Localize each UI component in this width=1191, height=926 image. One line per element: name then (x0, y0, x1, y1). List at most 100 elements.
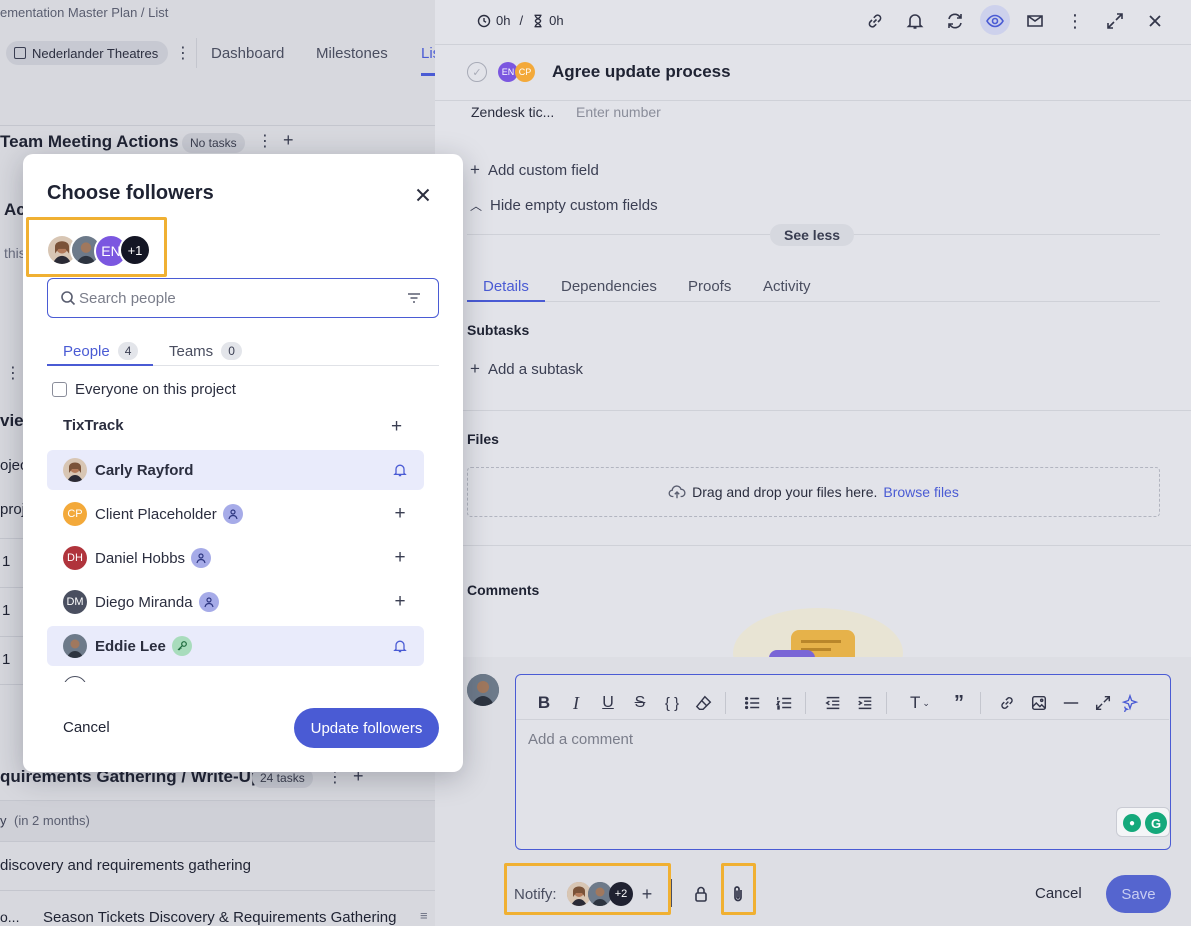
browse-files-link[interactable]: Browse files (883, 484, 958, 500)
file-dropzone[interactable]: Drag and drop your files here. Browse fi… (467, 467, 1160, 517)
tab-teams-label: Teams (169, 342, 214, 360)
tab-people[interactable]: People 4 (63, 342, 139, 360)
time-estimate: 0h (549, 13, 564, 28)
link-icon[interactable] (864, 10, 886, 32)
tab-people-label: People (63, 342, 110, 360)
workspace-more-icon[interactable]: ⋮ (175, 43, 191, 63)
code-icon[interactable]: { } (661, 692, 683, 714)
bold-icon[interactable]: B (533, 692, 555, 714)
custom-field-label: Zendesk tic... (471, 104, 555, 120)
person-row[interactable]: DM Diego Miranda + (47, 582, 424, 622)
person-row[interactable]: DH Daniel Hobbs + (47, 538, 424, 578)
tab-proofs[interactable]: Proofs (688, 278, 731, 295)
everyone-label: Everyone on this project (75, 381, 236, 398)
close-icon[interactable] (412, 184, 434, 206)
email-icon[interactable] (1024, 10, 1046, 32)
person-row[interactable]: CP Client Placeholder + (47, 494, 424, 534)
task-detail-panel: 0h / 0h ⋮ ✓ EN CP Agree update process Z… (435, 0, 1191, 926)
tab-list[interactable]: Lis (421, 45, 435, 62)
files-heading: Files (467, 431, 499, 447)
time-logged: 0h (496, 13, 511, 28)
tab-activity[interactable]: Activity (763, 278, 811, 295)
text-style-icon[interactable]: T ⌄ (903, 692, 937, 714)
hide-empty-fields-label: Hide empty custom fields (490, 197, 658, 214)
bullet-list-icon[interactable] (741, 692, 763, 714)
quote-icon[interactable]: ” (948, 692, 970, 714)
horizontal-rule-icon[interactable] (1060, 692, 1082, 714)
add-group-icon[interactable]: + (391, 416, 402, 438)
link-icon[interactable] (996, 692, 1018, 714)
bell-icon[interactable] (390, 460, 410, 480)
numbered-list-icon[interactable] (773, 692, 795, 714)
add-follower-icon[interactable]: + (390, 547, 410, 568)
search-icon (60, 290, 76, 306)
update-followers-button[interactable]: Update followers (294, 708, 439, 748)
tab-dependencies[interactable]: Dependencies (561, 278, 657, 295)
hide-empty-fields-button[interactable]: ︿ Hide empty custom fields (470, 197, 658, 214)
comment-cancel-button[interactable]: Cancel (1035, 885, 1082, 902)
eraser-icon[interactable] (693, 692, 715, 714)
person-name: Client Placeholder (95, 505, 217, 523)
bell-icon[interactable] (390, 636, 410, 656)
add-subtask-button[interactable]: + Add a subtask (470, 359, 583, 379)
time-tracker[interactable]: 0h / 0h (477, 13, 564, 28)
eye-icon[interactable] (984, 10, 1006, 32)
search-input[interactable]: Search people (47, 278, 439, 318)
grammarly-widget[interactable]: ● G (1116, 807, 1170, 837)
tab-milestones[interactable]: Milestones (316, 45, 388, 62)
comment-save-button[interactable]: Save (1106, 875, 1171, 913)
chevron-up-icon: ︿ (470, 199, 483, 213)
add-subtask-label: Add a subtask (487, 361, 583, 378)
due-text: y (0, 813, 7, 828)
tab-teams[interactable]: Teams 0 (169, 342, 242, 360)
workspace-chip[interactable]: Nederlander Theatres (6, 41, 169, 65)
key-icon (171, 636, 192, 656)
fullscreen-icon[interactable] (1092, 692, 1114, 714)
underline-icon[interactable]: U (597, 692, 619, 714)
person-row[interactable]: Carly Rayford (47, 450, 424, 490)
person-row[interactable]: Eddie Lee (47, 626, 424, 666)
everyone-checkbox[interactable] (52, 382, 67, 397)
lock-icon[interactable] (690, 883, 712, 905)
expand-icon[interactable] (1104, 10, 1126, 32)
image-icon[interactable] (1028, 692, 1050, 714)
close-icon[interactable] (1144, 10, 1166, 32)
person-avatar (63, 458, 87, 482)
task-title[interactable]: Agree update process (552, 62, 731, 82)
person-name: Carly Rayford (95, 461, 194, 479)
tab-details[interactable]: Details (483, 278, 529, 295)
breadcrumb: ementation Master Plan / List (0, 5, 169, 20)
strikethrough-icon[interactable]: S (629, 692, 651, 714)
add-follower-icon[interactable]: + (390, 503, 410, 524)
custom-field-input[interactable]: Enter number (576, 104, 661, 120)
add-follower-icon[interactable]: + (390, 591, 410, 612)
person-avatar: CP (63, 502, 87, 526)
section-more-icon[interactable]: ⋮ (257, 131, 273, 151)
complete-checkbox[interactable]: ✓ (467, 62, 487, 82)
section-add-icon[interactable]: + (283, 130, 294, 151)
task-name[interactable]: Season Tickets Discovery & Requirements … (43, 909, 397, 926)
see-less-button[interactable]: See less (770, 224, 855, 246)
guest-user-icon (198, 592, 219, 612)
assignee-avatar[interactable]: CP (515, 62, 535, 82)
ai-sparkle-icon[interactable] (1119, 692, 1141, 714)
plus-icon: + (470, 359, 480, 378)
filter-icon[interactable] (406, 290, 422, 306)
tab-dashboard[interactable]: Dashboard (211, 45, 284, 62)
hourglass-icon (532, 14, 544, 28)
clock-icon (477, 14, 491, 28)
more-icon[interactable]: ⋮ (1064, 10, 1086, 32)
italic-icon[interactable]: I (565, 692, 587, 714)
tab-count: 4 (117, 342, 139, 360)
task-name[interactable]: discovery and requirements gathering (0, 857, 251, 874)
more-icon[interactable]: ⋮ (5, 363, 21, 383)
indent-icon[interactable] (854, 692, 876, 714)
section-task-count: No tasks (182, 133, 245, 153)
bell-icon[interactable] (904, 10, 926, 32)
add-custom-field-button[interactable]: + Add custom field (470, 160, 599, 180)
outdent-icon[interactable] (822, 692, 844, 714)
comment-input[interactable]: Add a comment (528, 731, 633, 748)
cancel-button[interactable]: Cancel (63, 719, 110, 736)
bulb-icon: ● (1123, 814, 1141, 832)
recurring-icon[interactable] (944, 10, 966, 32)
